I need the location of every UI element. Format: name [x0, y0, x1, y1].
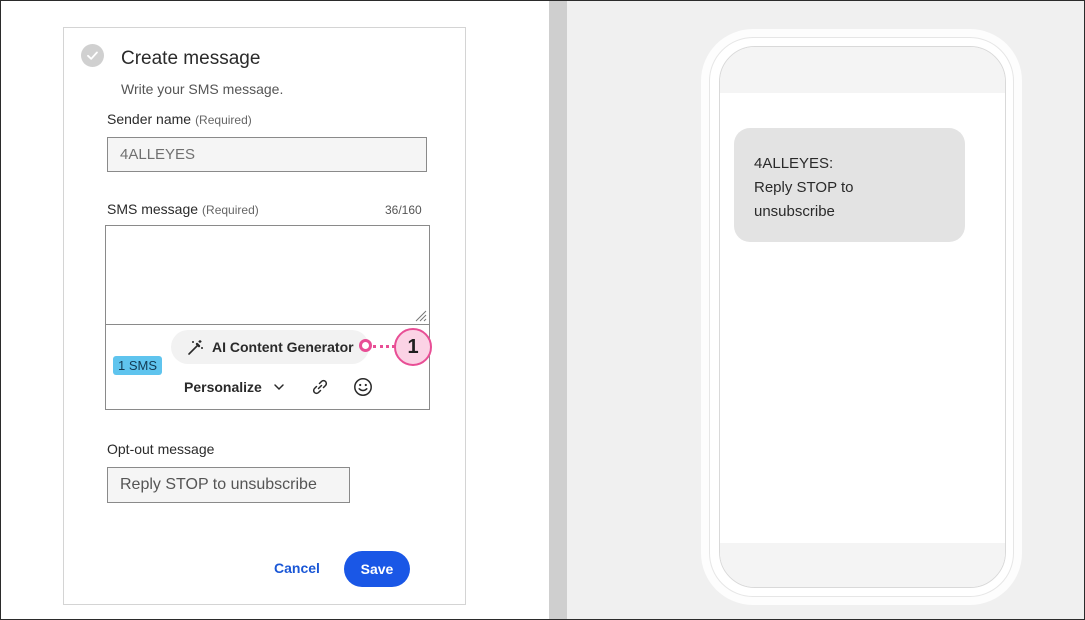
pane-divider [549, 1, 567, 619]
phone-screen: 4ALLEYES: Reply STOP to unsubscribe [719, 46, 1006, 588]
cancel-button[interactable]: Cancel [274, 560, 320, 576]
callout-connector [373, 345, 395, 348]
sms-required-hint: (Required) [202, 203, 259, 217]
phone-preview-frame: 4ALLEYES: Reply STOP to unsubscribe [709, 37, 1014, 597]
phone-top-bar [720, 47, 1005, 93]
sms-message-textarea[interactable] [106, 226, 429, 325]
editor-pane: Create message Write your SMS message. S… [1, 1, 549, 619]
sms-message-box: AI Content Generator 1 SMS Personalize [105, 225, 430, 410]
character-counter: 36/160 [385, 203, 422, 217]
sms-count-badge: 1 SMS [113, 356, 163, 375]
app-frame: Create message Write your SMS message. S… [0, 0, 1085, 620]
link-icon[interactable] [311, 378, 329, 396]
phone-bottom-bar [720, 543, 1005, 587]
callout-number-badge: 1 [394, 328, 432, 366]
resize-handle-icon[interactable] [415, 310, 427, 322]
emoji-icon[interactable] [353, 377, 373, 397]
personalize-dropdown[interactable]: Personalize [184, 379, 285, 395]
opt-out-message-label: Opt-out message [107, 441, 215, 457]
sms-preview-bubble: 4ALLEYES: Reply STOP to unsubscribe [734, 128, 965, 242]
save-button[interactable]: Save [344, 551, 410, 587]
ai-content-generator-button[interactable]: AI Content Generator [171, 330, 369, 364]
magic-wand-icon [188, 339, 203, 355]
callout-anchor-ring [359, 339, 372, 352]
create-message-card: Create message Write your SMS message. S… [63, 27, 466, 605]
sender-name-field[interactable] [107, 137, 427, 172]
sms-message-label-text: SMS message [107, 201, 199, 217]
sender-name-label: Sender name (Required) [107, 111, 252, 127]
chevron-down-icon [274, 384, 284, 391]
personalize-label: Personalize [184, 379, 262, 395]
page-subtitle: Write your SMS message. [121, 81, 284, 97]
opt-out-message-field[interactable] [107, 467, 350, 503]
sms-message-label: SMS message (Required) [107, 201, 259, 217]
page-title: Create message [121, 48, 261, 69]
ai-content-generator-label: AI Content Generator [212, 339, 354, 355]
sender-required-hint: (Required) [195, 113, 252, 127]
check-circle-icon [81, 44, 104, 67]
checkmark-icon [87, 51, 98, 60]
preview-pane: 4ALLEYES: Reply STOP to unsubscribe [567, 1, 1084, 619]
sender-name-label-text: Sender name [107, 111, 192, 127]
